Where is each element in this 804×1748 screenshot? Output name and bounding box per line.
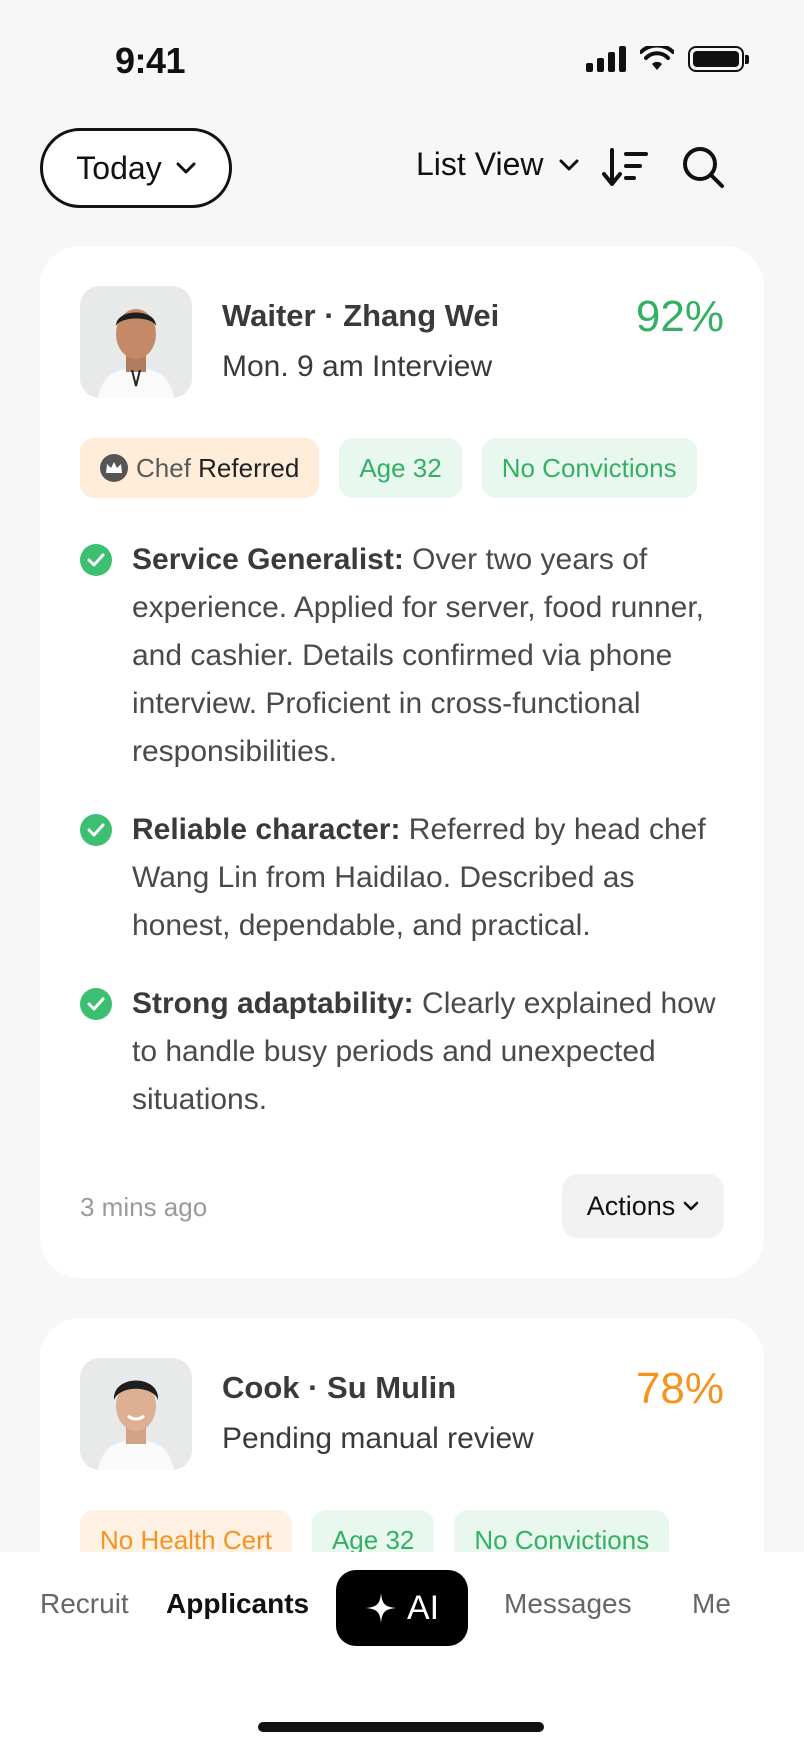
highlight-item: Reliable character: Referred by head che… [80,806,730,950]
chevron-down-icon [684,1201,699,1211]
nav-recruit[interactable]: Recruit [40,1588,129,1620]
bottom-nav: Recruit Applicants AI Messages Me [0,1552,804,1748]
signal-icon [586,46,626,72]
highlight-title: Strong adaptability: [132,987,414,1020]
nav-me[interactable]: Me [692,1588,731,1620]
highlight-text: Over two years of experience. Applied fo… [132,543,705,768]
toolbar: Today List View [40,128,730,208]
search-icon[interactable] [680,144,726,190]
view-mode-dropdown[interactable]: List View [416,146,579,183]
sparkle-icon [365,1593,396,1623]
timestamp: 3 mins ago [80,1192,208,1222]
highlight-item: Service Generalist: Over two years of ex… [80,536,730,776]
avatar [80,1358,192,1470]
sort-icon[interactable] [602,146,650,190]
battery-icon [688,46,749,72]
match-score: 92% [635,292,724,341]
chevron-down-icon [559,159,579,170]
status-time: 9:41 [115,40,186,81]
view-mode-label: List View [416,146,544,182]
status-bar: 9:41 [0,0,804,120]
actions-label: Actions [586,1190,676,1221]
match-score: 78% [635,1364,724,1413]
highlight-item: Strong adaptability: Clearly explained h… [80,980,730,1124]
date-filter-label: Today [76,149,162,186]
tag-prefix: Chef [136,452,191,483]
tag-label: Referred [198,452,300,483]
tag-convictions: No Convictions [481,438,697,498]
ai-label: AI [406,1588,440,1627]
highlight-list: Service Generalist: Over two years of ex… [80,536,730,1154]
applicant-subtitle: Mon. 9 am Interview [222,350,493,383]
check-circle-icon [80,814,112,846]
status-icons [586,46,749,72]
date-filter-button[interactable]: Today [40,128,232,208]
applicant-card[interactable]: Waiter · Zhang Wei Mon. 9 am Interview 9… [40,246,764,1278]
applicant-subtitle: Pending manual review [222,1422,534,1455]
nav-messages[interactable]: Messages [504,1588,632,1620]
nav-applicants[interactable]: Applicants [166,1588,309,1620]
avatar [80,286,192,398]
applicant-role-name: Waiter · Zhang Wei [222,298,500,333]
check-circle-icon [80,988,112,1020]
tag-list: Chef Referred Age 32 No Convictions [80,438,697,498]
ai-button[interactable]: AI [336,1570,468,1646]
chevron-down-icon [176,162,196,174]
crown-icon [100,454,128,482]
tag-referral: Chef Referred [80,438,320,498]
home-indicator [258,1722,544,1732]
actions-button[interactable]: Actions [562,1174,724,1238]
applicant-role-name: Cook · Su Mulin [222,1370,457,1405]
highlight-title: Service Generalist: [132,543,404,576]
tag-age: Age 32 [339,438,462,498]
highlight-title: Reliable character: [132,813,401,846]
check-circle-icon [80,544,112,576]
wifi-icon [640,46,674,70]
